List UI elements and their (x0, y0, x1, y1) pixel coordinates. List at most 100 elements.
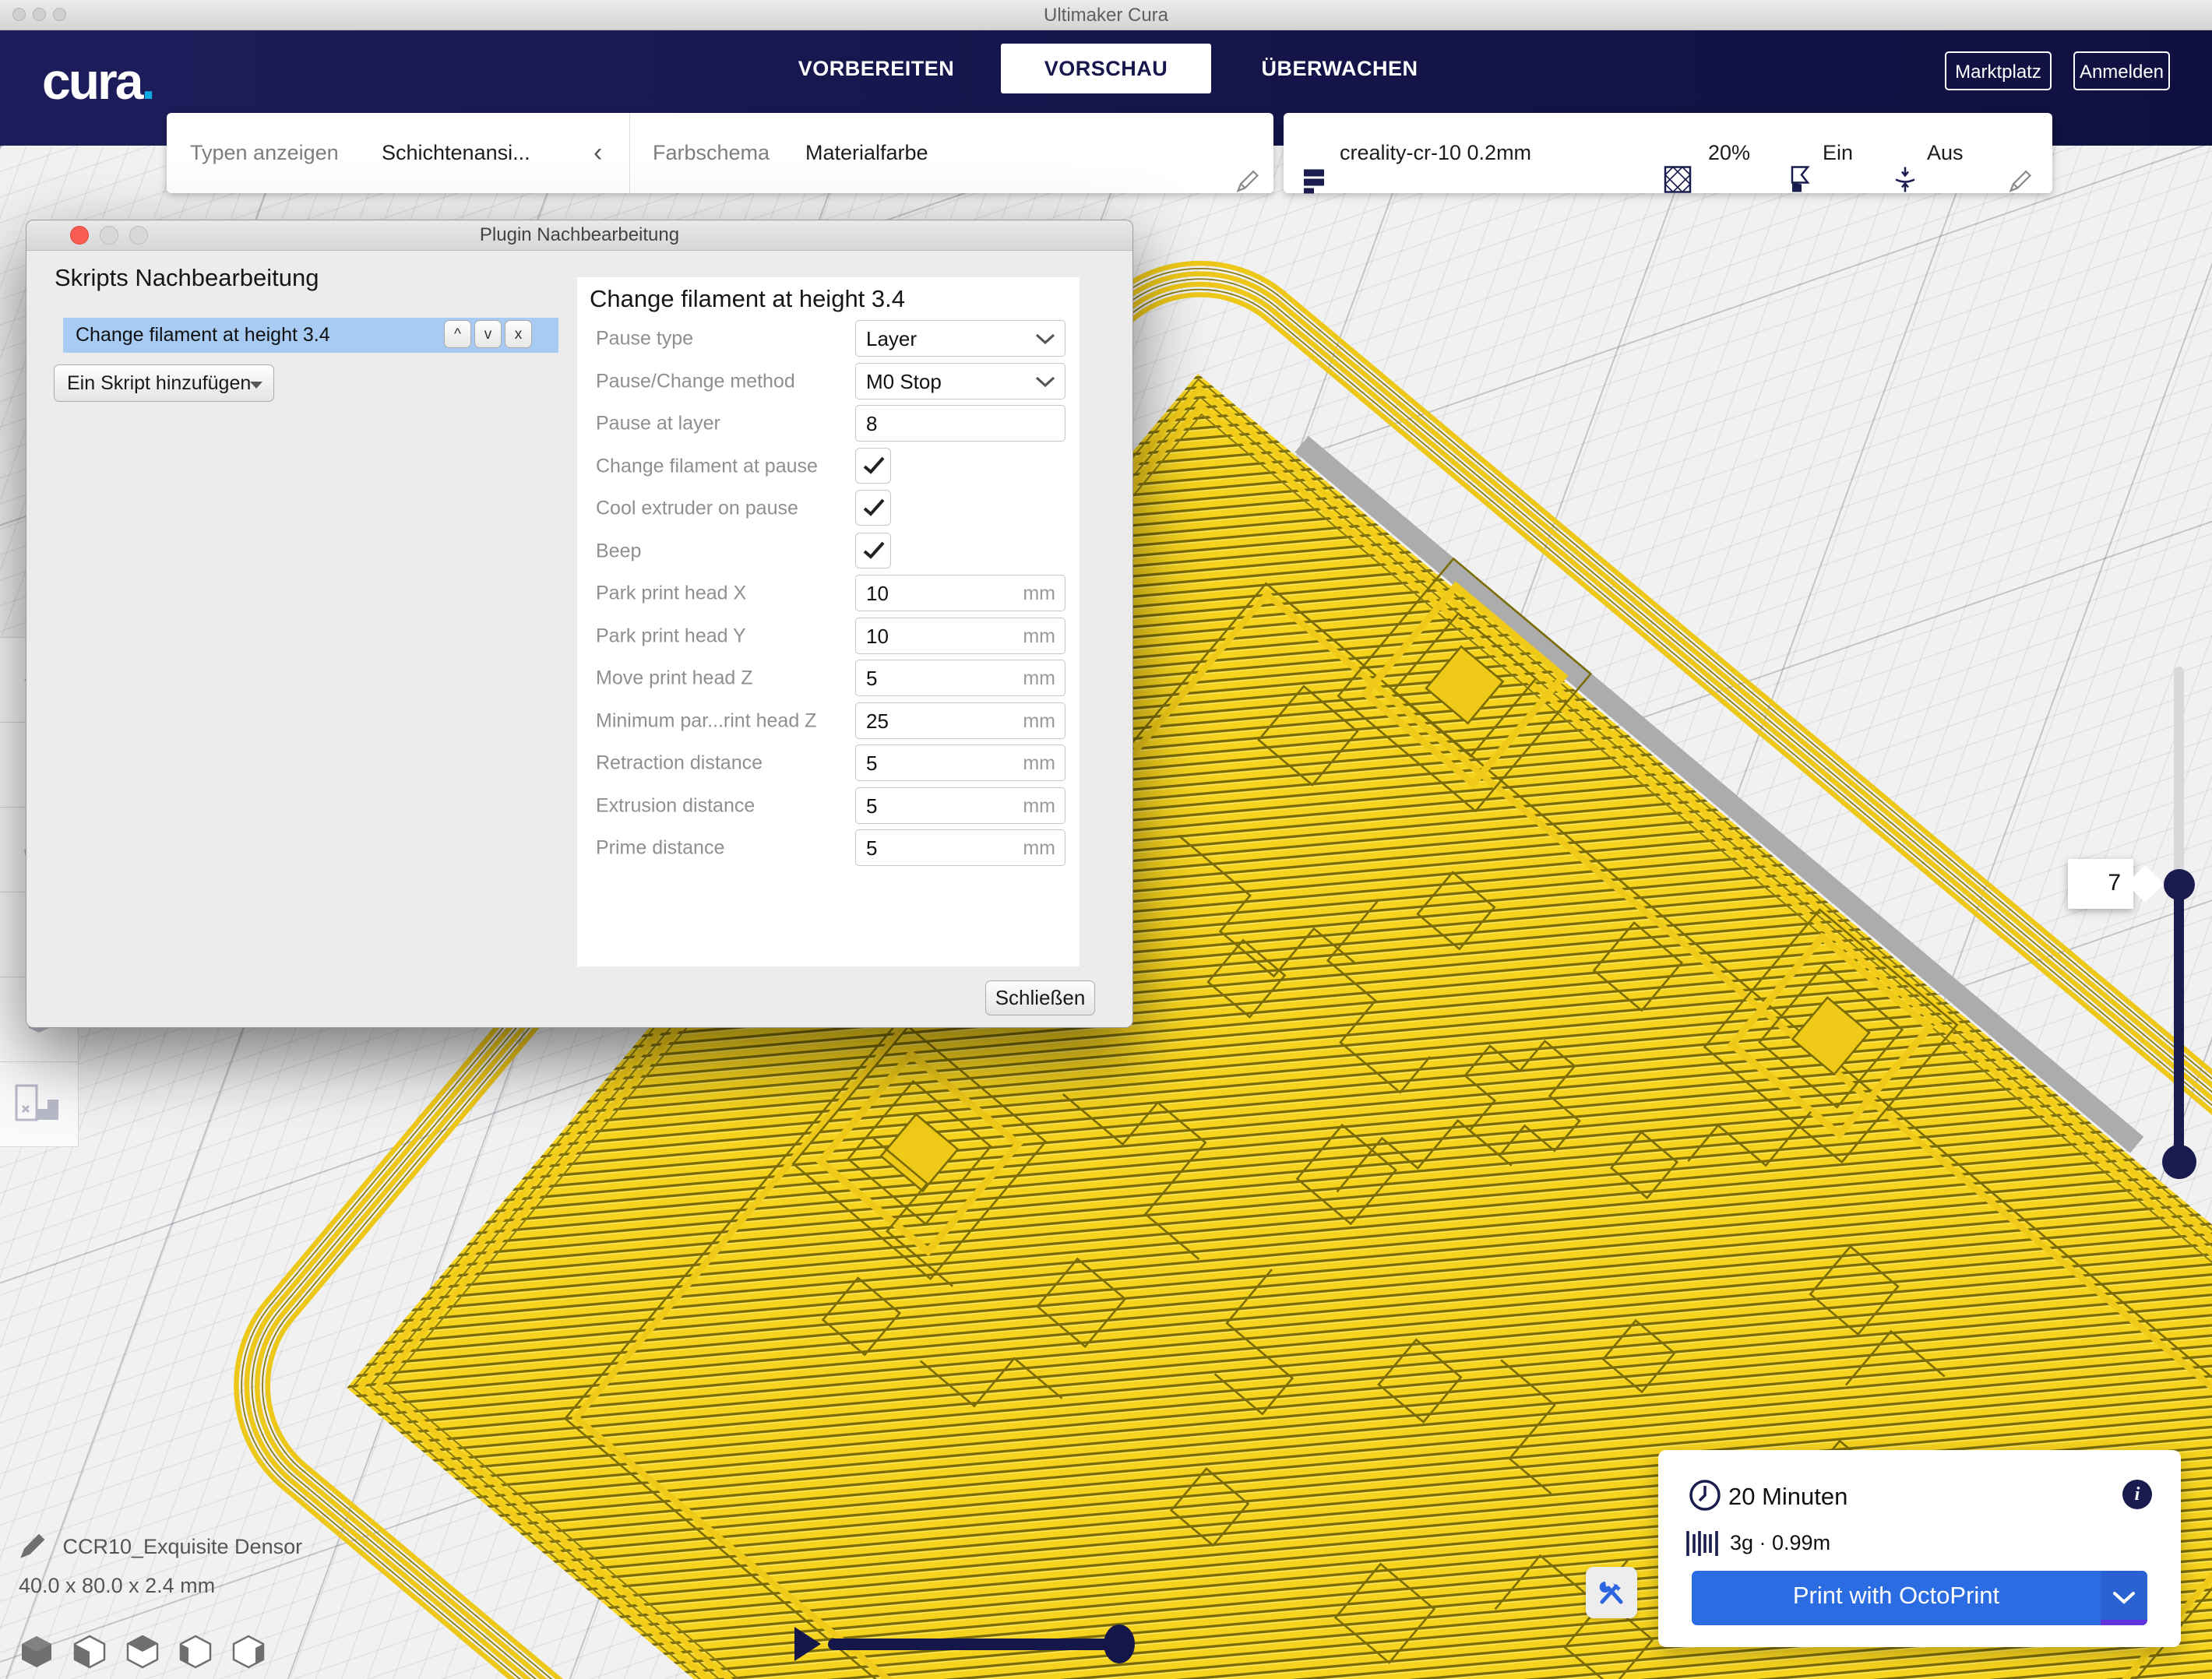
marketplace-button[interactable]: Marktplatz (1945, 51, 2052, 90)
logo-dot: . (141, 52, 153, 110)
post-processing-dialog: Plugin Nachbearbeitung Skripts Nachbearb… (26, 220, 1133, 1028)
form-row: Park print head Y10mm (577, 615, 1080, 658)
move-z-input[interactable]: 5mm (855, 660, 1065, 696)
layer-slider-range[interactable] (2174, 885, 2184, 1162)
beep-checkbox[interactable] (855, 533, 891, 568)
change-filament-label: Change filament at pause (596, 455, 818, 477)
extrusion-distance-input[interactable]: 5mm (855, 787, 1065, 824)
dialog-titlebar[interactable]: Plugin Nachbearbeitung (26, 220, 1132, 251)
pause-change-method-select[interactable]: M0 Stop (855, 363, 1065, 400)
tab-vorbereiten[interactable]: VORBEREITEN (794, 44, 958, 93)
form-row: Cool extruder on pause (577, 488, 1080, 530)
layer-slider-lower-handle[interactable] (2162, 1145, 2196, 1179)
prime-distance-input[interactable]: 5 mm (855, 829, 1065, 866)
pause-at-layer-label: Pause at layer (596, 413, 720, 435)
extrusion-distance-label: Extrusion distance (596, 794, 755, 817)
print-settings-panel[interactable]: creality-cr-10 0.2mm 20% Ein Aus (1284, 113, 2052, 193)
form-row: Change filament at pause (577, 445, 1080, 488)
simulation-slider-handle[interactable] (1104, 1624, 1135, 1663)
play-button[interactable] (794, 1627, 821, 1661)
collapse-chevron-icon[interactable]: ‹ (594, 113, 602, 193)
cura-window: CCR10_Exquisite Densor 40.0 x 80.0 x 2.4… (0, 0, 2212, 1679)
min-park-z-label: Minimum par...rint head Z (596, 709, 816, 732)
signin-button[interactable]: Anmelden (2073, 51, 2170, 90)
retraction-distance-input[interactable]: 5mm (855, 744, 1065, 781)
retraction-distance-label: Retraction distance (596, 752, 763, 775)
simulation-slider-track[interactable] (828, 1639, 1118, 1650)
park-y-input[interactable]: 10mm (855, 618, 1065, 654)
park-x-input[interactable]: 10mm (855, 575, 1065, 611)
form-row: Park print head X 10mm (577, 572, 1080, 615)
view-right-icon[interactable] (231, 1635, 266, 1669)
printer-tools-button[interactable] (1586, 1567, 1637, 1618)
form-row: Extrusion distance 5mm (577, 785, 1080, 828)
cura-logo: cura. (42, 51, 153, 111)
pencil-icon[interactable] (2008, 141, 2033, 221)
dropdown-caret-icon (250, 382, 262, 389)
checkmark-icon (863, 541, 885, 560)
tab-vorschau[interactable]: VORSCHAU (1001, 44, 1211, 93)
material-estimate: 3g · 0.99m (1730, 1531, 1830, 1555)
clock-icon (1688, 1478, 1722, 1512)
model-dimensions: 40.0 x 80.0 x 2.4 mm (19, 1574, 302, 1598)
move-script-down-button[interactable]: v (474, 320, 502, 348)
model-info: CCR10_Exquisite Densor 40.0 x 80.0 x 2.4… (19, 1532, 302, 1598)
unit-label: mm (1023, 837, 1055, 860)
info-icon[interactable]: i (2122, 1480, 2152, 1509)
print-button-label: Print with OctoPrint (1692, 1582, 2101, 1610)
view-type-label: Typen anzeigen (190, 113, 339, 193)
prime-distance-label: Prime distance (596, 837, 724, 860)
tool-support-blocker-button[interactable] (0, 1062, 78, 1146)
add-script-dropdown[interactable]: Ein Skript hinzufügen (54, 364, 274, 402)
move-script-up-button[interactable]: ^ (444, 320, 471, 348)
min-park-z-input[interactable]: 25mm (855, 702, 1065, 739)
window-title: Ultimaker Cura (0, 5, 2212, 26)
dialog-title: Plugin Nachbearbeitung (26, 224, 1132, 246)
print-time-estimate: 20 Minuten (1728, 1483, 1847, 1511)
view-top-icon[interactable] (125, 1635, 160, 1669)
pause-type-select[interactable]: Layer (855, 320, 1065, 357)
pencil-icon[interactable] (1235, 141, 1260, 221)
simulation-controls (790, 1624, 1148, 1670)
support-blocker-icon (13, 1081, 65, 1128)
unit-label: mm (1023, 710, 1055, 733)
printer-profile[interactable]: creality-cr-10 0.2mm (1340, 113, 1531, 193)
view-type-value[interactable]: Schichtenansi... (382, 113, 530, 193)
script-settings-heading: Change filament at height 3.4 (590, 285, 905, 313)
form-row: Pause at layer 8 (577, 403, 1080, 445)
print-with-octoprint-button[interactable]: Print with OctoPrint (1692, 1571, 2147, 1625)
move-z-label: Move print head Z (596, 667, 753, 690)
checkmark-icon (863, 456, 885, 475)
print-options-dropdown[interactable] (2101, 1571, 2147, 1625)
selected-script-name: Change filament at height 3.4 (76, 324, 330, 347)
form-row: Retraction distance 5mm (577, 742, 1080, 785)
view-3d-icon[interactable] (19, 1635, 55, 1669)
form-row: Beep (577, 530, 1080, 573)
color-scheme-value[interactable]: Materialfarbe (805, 113, 928, 193)
remove-script-button[interactable]: x (505, 320, 532, 348)
view-left-icon[interactable] (178, 1635, 213, 1669)
pause-at-layer-input[interactable]: 8 (855, 405, 1065, 442)
scripts-heading: Skripts Nachbearbeitung (55, 264, 319, 292)
layer-slider-upper-handle[interactable] (2164, 869, 2195, 900)
view-front-icon[interactable] (72, 1635, 107, 1669)
form-row: Minimum par...rint head Z 25mm (577, 700, 1080, 743)
change-filament-checkbox[interactable] (855, 448, 891, 484)
form-row: Pause typeLayer (577, 318, 1080, 361)
cool-extruder-checkbox[interactable] (855, 490, 891, 526)
octoprint-accent-strip (2101, 1620, 2147, 1625)
unit-label: mm (1023, 625, 1055, 648)
script-parameters-panel: Change filament at height 3.4 Pause type… (577, 277, 1080, 966)
checkmark-icon (863, 498, 885, 517)
chevron-down-icon (2112, 1591, 2136, 1605)
view-options-panel: Typen anzeigen Schichtenansi... ‹ Farbsc… (167, 113, 1273, 193)
field-value: 5 (866, 836, 877, 861)
model-name[interactable]: CCR10_Exquisite Densor (62, 1535, 302, 1558)
view-orientation-buttons (19, 1635, 266, 1669)
support-enabled-value: Ein (1823, 113, 1853, 193)
tab-ueberwachen[interactable]: ÜBERWACHEN (1246, 44, 1433, 93)
park-x-label: Park print head X (596, 583, 746, 605)
window-titlebar: Ultimaker Cura (0, 0, 2212, 30)
cool-extruder-label: Cool extruder on pause (596, 498, 798, 520)
close-dialog-button[interactable]: Schließen (985, 980, 1095, 1015)
